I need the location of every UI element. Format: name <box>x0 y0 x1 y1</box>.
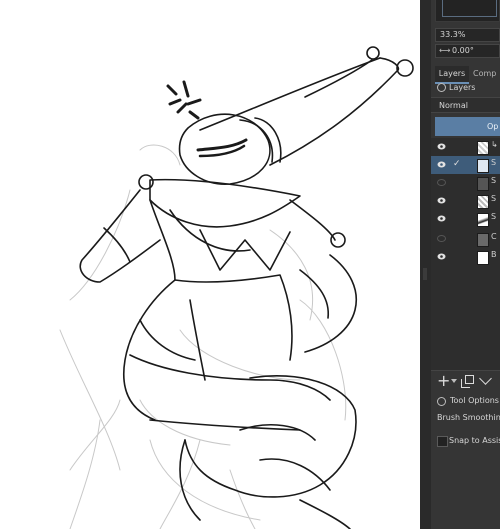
panel-splitter[interactable] <box>420 0 431 529</box>
layer-name: ↳ <box>491 140 498 149</box>
layer-name: S <box>491 194 497 203</box>
add-layer-button[interactable]: + <box>437 372 450 390</box>
eye-icon[interactable] <box>437 215 446 222</box>
blend-mode-value: Normal <box>439 101 468 110</box>
overview-preview[interactable] <box>435 0 500 22</box>
lineart-illustration <box>59 46 414 529</box>
eye-hidden-icon[interactable] <box>437 179 446 186</box>
rotation-value: 0.00° <box>452 46 474 55</box>
tool-options-header: Tool Options <box>431 392 500 410</box>
eye-icon[interactable] <box>437 197 446 204</box>
tab-compositions[interactable]: Comp <box>473 66 500 82</box>
tab-layers-label: Layers <box>438 69 466 78</box>
layer-row[interactable]: C <box>431 230 500 248</box>
layer-list[interactable]: ↳ ✓ S S S S C B <box>431 138 500 370</box>
layers-title: Layers <box>449 83 476 92</box>
opacity-label: Op <box>487 122 499 131</box>
layer-row-selected[interactable]: ✓ S <box>431 156 500 174</box>
layer-thumbnail <box>477 195 489 209</box>
lock-icon[interactable] <box>437 83 446 92</box>
layer-thumbnail <box>477 213 489 227</box>
tab-compositions-label: Comp <box>473 69 497 78</box>
layer-row[interactable]: B <box>431 248 500 266</box>
layer-thumbnail <box>477 141 489 155</box>
layer-name: S <box>491 212 497 221</box>
eye-hidden-icon[interactable] <box>437 235 446 242</box>
tool-options-title: Tool Options <box>450 396 499 405</box>
layer-name: S <box>491 158 497 167</box>
checkmark-icon[interactable]: ✓ <box>453 159 461 169</box>
move-down-icon[interactable] <box>479 372 492 385</box>
layer-row[interactable]: ↳ <box>431 138 500 156</box>
layer-row[interactable]: S <box>431 192 500 210</box>
layers-header: Layers <box>431 81 500 95</box>
anger-symbol-icon <box>166 80 202 120</box>
layer-row[interactable]: S <box>431 210 500 228</box>
brush-smoothing-label: Brush Smoothing: <box>437 413 500 422</box>
eye-icon[interactable] <box>437 253 446 260</box>
zoom-field[interactable]: 33.3% <box>435 28 500 42</box>
layer-name: C <box>491 232 497 241</box>
layer-thumbnail <box>477 177 489 191</box>
layer-name: B <box>491 250 497 259</box>
blend-mode-select[interactable]: Normal <box>431 97 500 113</box>
layer-thumbnail <box>477 233 489 247</box>
snap-to-assistants-label: Snap to Assista <box>449 436 500 445</box>
eye-icon[interactable] <box>437 143 446 150</box>
layer-thumbnail <box>477 251 489 265</box>
splitter-grip[interactable] <box>423 268 427 280</box>
layer-thumbnail <box>477 159 489 173</box>
layer-row[interactable]: S <box>431 174 500 192</box>
opacity-slider[interactable]: Op <box>435 117 500 136</box>
lock-icon[interactable] <box>437 397 446 406</box>
drawing-canvas[interactable] <box>0 0 420 529</box>
chevron-down-icon[interactable] <box>451 379 457 383</box>
rotation-field[interactable]: ⟷ 0.00° <box>435 44 500 58</box>
docker-panel: 33.3% ⟷ 0.00° Layers Comp Layers Normal … <box>431 0 500 529</box>
layer-toolbar: + <box>431 370 500 393</box>
zoom-value: 33.3% <box>440 30 466 39</box>
duplicate-layer-icon-back <box>461 379 470 388</box>
layer-name: S <box>491 176 497 185</box>
rotate-icon: ⟷ <box>439 46 451 55</box>
snap-checkbox[interactable] <box>437 436 448 447</box>
overview-viewport-frame <box>442 0 497 17</box>
eye-icon[interactable] <box>437 161 446 168</box>
